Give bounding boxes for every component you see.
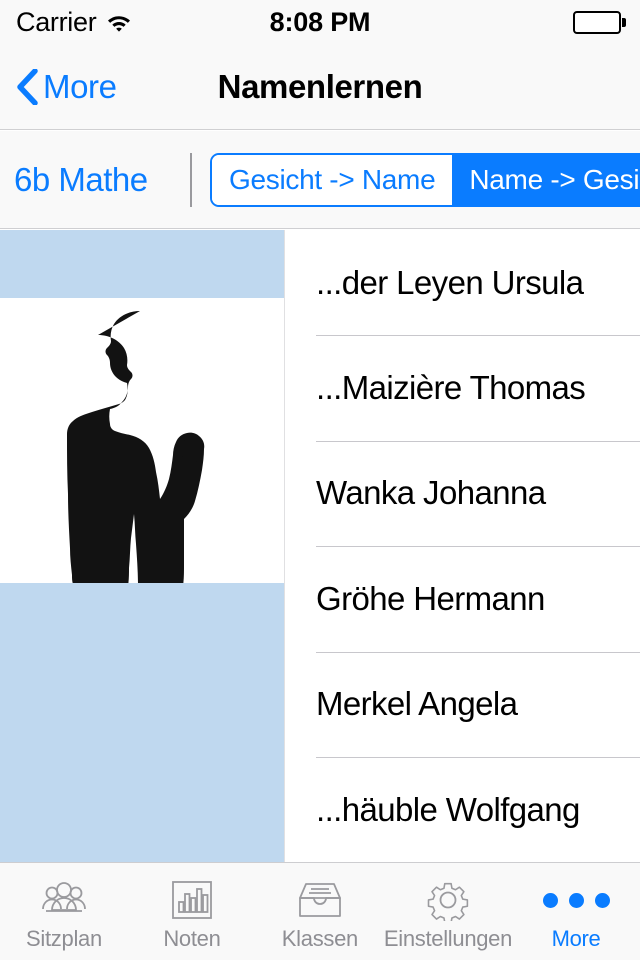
name-label: ...der Leyen Ursula (316, 263, 584, 301)
people-group-icon (37, 878, 91, 922)
tab-sitzplan[interactable]: Sitzplan (0, 863, 128, 960)
list-item[interactable]: Gröhe Hermann (285, 546, 640, 651)
file-box-icon (293, 878, 347, 922)
clock-label: 8:08 PM (269, 6, 371, 37)
tab-noten[interactable]: Noten (128, 863, 256, 960)
class-selector-button[interactable]: 6b Mathe (14, 161, 148, 199)
photo-band-top (0, 230, 285, 298)
tab-klassen[interactable]: Klassen (256, 863, 384, 960)
photo-band-bottom (0, 583, 285, 862)
photo-pane[interactable] (0, 230, 285, 862)
name-label: Merkel Angela (316, 685, 518, 723)
tab-label: More (551, 926, 601, 951)
name-label: Gröhe Hermann (316, 579, 545, 617)
tab-label: Sitzplan (26, 926, 102, 951)
toolbar: 6b Mathe Gesicht -> Name Name -> Gesicht (0, 131, 640, 229)
mode-segmented-control[interactable]: Gesicht -> Name Name -> Gesicht (210, 153, 640, 207)
list-item[interactable]: ...der Leyen Ursula (285, 230, 640, 335)
battery-full-icon (572, 10, 626, 34)
page-title: Namenlernen (217, 67, 423, 105)
status-bar-right (572, 10, 626, 34)
name-label: ...Maizière Thomas (316, 369, 586, 407)
person-silhouette-image (67, 311, 205, 583)
ellipsis-icon (542, 878, 610, 922)
list-item[interactable]: ...häuble Wolfgang (285, 756, 640, 862)
names-list[interactable]: ...der Leyen Ursula ...Maizière Thomas W… (285, 230, 640, 862)
content-area: ...der Leyen Ursula ...Maizière Thomas W… (0, 230, 640, 862)
list-item[interactable]: Merkel Angela (285, 651, 640, 757)
segment-gesicht-name[interactable]: Gesicht -> Name (212, 155, 453, 205)
tab-label: Noten (163, 926, 221, 951)
name-label: ...häuble Wolfgang (316, 790, 580, 828)
toolbar-divider (190, 153, 192, 207)
navigation-bar: More Namenlernen (0, 44, 640, 130)
tab-bar: Sitzplan Noten Klassen Einstellungen Mor… (0, 862, 640, 960)
status-bar: Carrier 8:08 PM (0, 0, 640, 44)
list-item[interactable]: ...Maizière Thomas (285, 335, 640, 440)
gear-icon (421, 878, 475, 922)
tab-label: Einstellungen (383, 926, 513, 951)
bar-chart-icon (165, 878, 219, 922)
tab-label: Klassen (281, 926, 358, 951)
tab-more[interactable]: More (512, 863, 640, 960)
app-screen: Carrier 8:08 PM More Namenlernen 6b Math… (0, 0, 640, 960)
tab-einstellungen[interactable]: Einstellungen (384, 863, 512, 960)
segment-name-gesicht[interactable]: Name -> Gesicht (452, 155, 640, 205)
name-label: Wanka Johanna (316, 474, 546, 512)
list-item[interactable]: Wanka Johanna (285, 440, 640, 546)
